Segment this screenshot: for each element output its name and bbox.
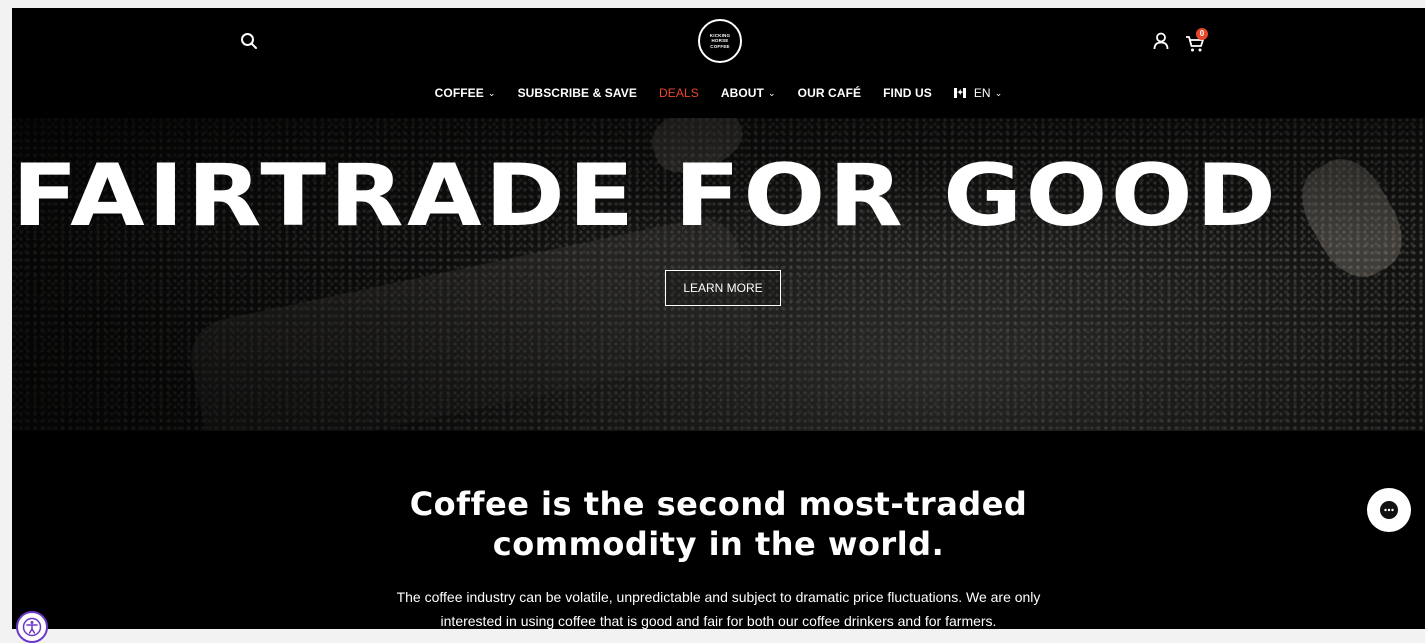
nav-find-us[interactable]: FIND US [883,86,932,100]
account-button[interactable] [1150,30,1172,52]
nav-cafe-label: OUR CAFÉ [797,86,862,100]
chevron-down-icon: ⌄ [768,87,776,98]
page: KICKING HORSE COFFEE 0 COFFEE ⌄ SUBSCRIB… [12,8,1425,629]
search-icon [241,33,257,49]
chevron-down-icon: ⌄ [994,87,1003,98]
chat-button[interactable] [1367,488,1411,532]
body-line-1: The coffee industry can be volatile, unp… [396,589,1041,605]
learn-more-button[interactable]: LEARN MORE [665,270,781,306]
language-selector[interactable]: ✦ EN ⌄ [953,86,1003,100]
user-icon [1153,32,1169,50]
nav-coffee-label: COFFEE [434,86,484,100]
accessibility-icon [22,617,42,637]
search-button[interactable] [238,30,260,52]
headline-line-2: commodity in the world. [492,525,945,563]
canada-flag-icon: ✦ [953,88,966,98]
headline-line-1: Coffee is the second most-traded [409,485,1028,523]
section-body-text: The coffee industry can be volatile, unp… [312,585,1125,629]
nav-deals[interactable]: DEALS [659,86,699,100]
logo-line-3: COFFEE [710,43,730,49]
body-line-2: interested in using coffee that is good … [440,613,997,629]
nav-our-cafe[interactable]: OUR CAFÉ [798,86,861,100]
nav-subscribe-save[interactable]: SUBSCRIBE & SAVE [518,86,637,100]
nav-find-label: FIND US [883,86,932,100]
accessibility-button[interactable] [16,611,48,643]
chat-icon [1380,501,1398,519]
kicking-horse-logo[interactable]: KICKING HORSE COFFEE [698,19,742,63]
chevron-down-icon: ⌄ [487,87,496,98]
nav-about-label: ABOUT [720,86,764,100]
cart-count-badge: 0 [1196,28,1208,40]
language-label: EN [973,86,991,100]
nav-about[interactable]: ABOUT ⌄ [721,86,776,100]
nav-deals-label: DEALS [658,86,699,100]
hero-banner: FAIRTRADE FOR GOOD LEARN MORE [12,118,1425,431]
site-header: KICKING HORSE COFFEE 0 COFFEE ⌄ SUBSCRIB… [12,8,1425,118]
cart-button[interactable]: 0 [1180,28,1210,54]
section-headline: Coffee is the second most-traded commodi… [12,484,1425,564]
nav-coffee[interactable]: COFFEE ⌄ [435,86,496,100]
main-nav: COFFEE ⌄ SUBSCRIBE & SAVE DEALS ABOUT ⌄ … [12,83,1425,103]
nav-subscribe-label: SUBSCRIBE & SAVE [517,86,637,100]
hero-title: FAIRTRADE FOR GOOD [12,146,1280,246]
